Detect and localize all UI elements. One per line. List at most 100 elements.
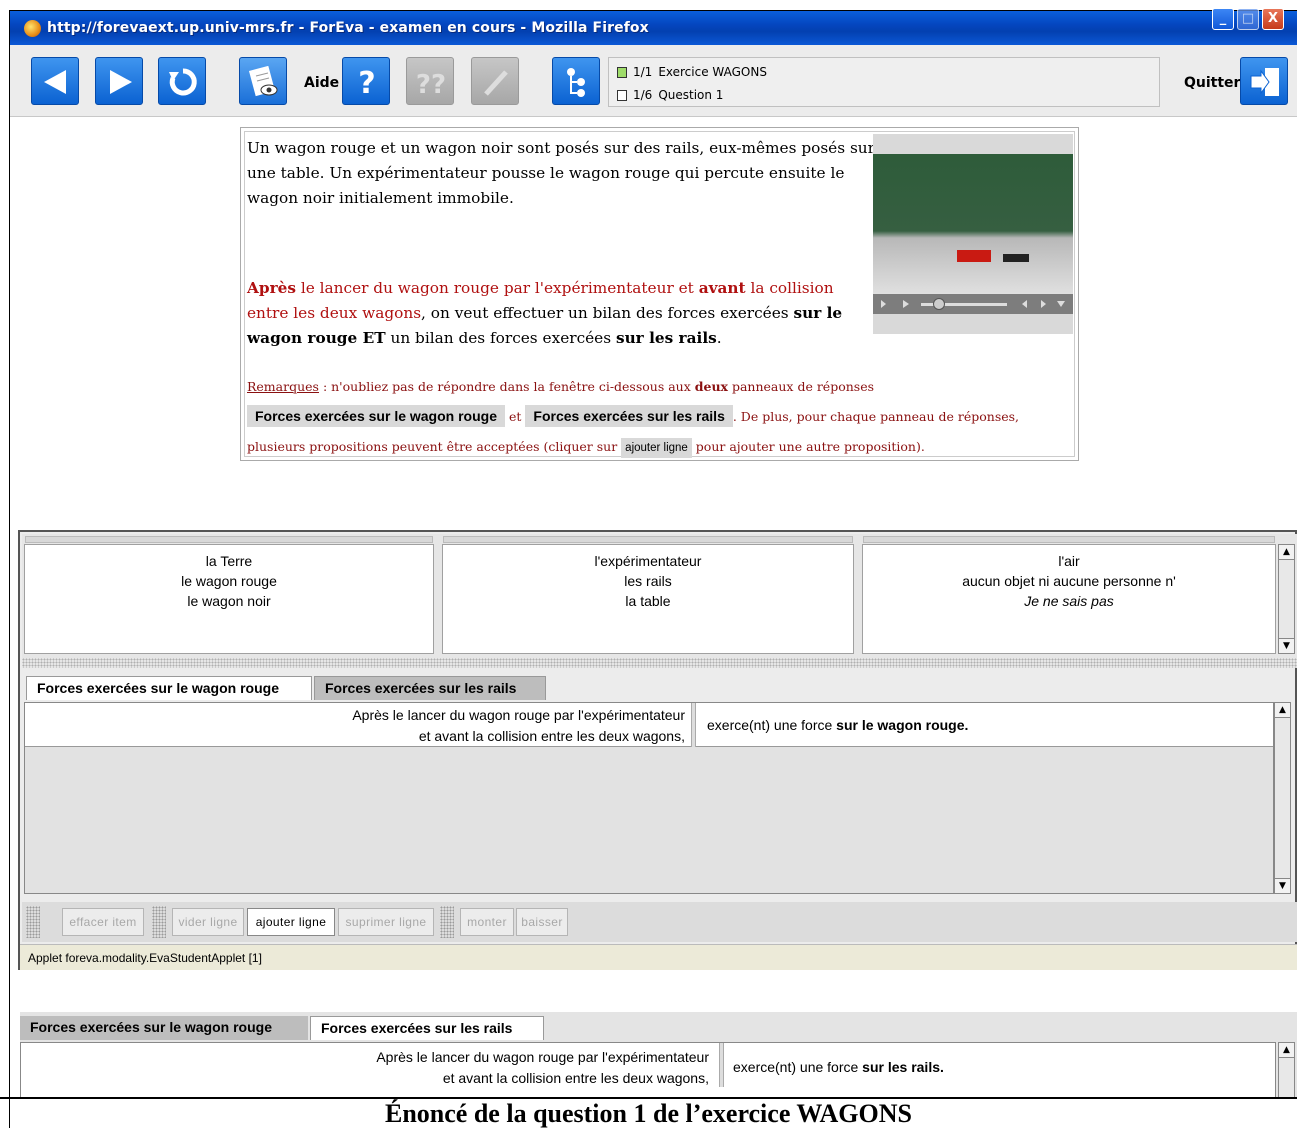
- status-bar: Applet foreva.modality.EvaStudentApplet …: [20, 944, 1297, 970]
- help-button[interactable]: ?: [342, 57, 390, 105]
- rails-answer-excerpt: Forces exercées sur le wagon rouge Force…: [20, 1012, 1297, 1098]
- monter-button[interactable]: monter: [460, 908, 514, 936]
- scroll-down-icon[interactable]: ▼: [1275, 878, 1290, 893]
- remarks-text-a: : n'oubliez pas de répondre dans la fenê…: [318, 379, 695, 394]
- quit-button[interactable]: [1240, 57, 1288, 105]
- svg-text:?: ?: [358, 66, 375, 98]
- scroll-down-icon[interactable]: ▼: [1279, 638, 1294, 653]
- answer-panel-bottom: Après le lancer du wagon rouge par l'exp…: [20, 1042, 1276, 1098]
- supprimer-ligne-button[interactable]: suprimer ligne: [338, 908, 434, 936]
- remarks-text-e: pour ajouter une autre proposition).: [691, 439, 925, 454]
- tree-button[interactable]: [552, 57, 600, 105]
- forward-button[interactable]: [95, 57, 143, 105]
- forward-arrow-icon: [110, 70, 132, 94]
- scroll-up-icon[interactable]: ▲: [1275, 703, 1290, 718]
- tab-forces-wagon[interactable]: Forces exercées sur le wagon rouge: [20, 1016, 308, 1040]
- answer-right-prefix: exerce(nt) une force: [733, 1059, 863, 1075]
- baisser-button[interactable]: baisser: [516, 908, 568, 936]
- exercise-icon: [617, 66, 627, 78]
- quit-label: Quitter: [1184, 75, 1241, 91]
- answer-left-line2: et avant la collision entre les deux wag…: [418, 728, 685, 744]
- vider-ligne-button[interactable]: vider ligne: [172, 908, 244, 936]
- refresh-icon: [169, 68, 197, 96]
- avant-word: avant: [698, 279, 746, 297]
- answer-drop-slot[interactable]: [691, 703, 696, 747]
- answer-scrollbar-bottom[interactable]: ▲: [1278, 1042, 1295, 1098]
- task-bold-rails: sur les rails: [615, 329, 717, 347]
- word-column-header: [863, 536, 1275, 543]
- action-bar: effacer item vider ligne ajouter ligne s…: [22, 902, 1297, 942]
- question-info-row: 1/6 Question 1: [617, 86, 723, 104]
- maximize-button[interactable]: □: [1237, 8, 1259, 30]
- edit-disabled-icon: [484, 70, 508, 96]
- answer-row[interactable]: Après le lancer du wagon rouge par l'exp…: [25, 703, 1273, 747]
- word-item[interactable]: la table: [443, 591, 853, 611]
- help-icon: ?: [358, 66, 375, 98]
- aide-label: Aide: [304, 75, 340, 91]
- tree-icon: [567, 68, 585, 97]
- answer-tabs-top: Forces exercées sur le wagon rouge Force…: [26, 676, 1286, 700]
- task-text-end: .: [716, 329, 722, 347]
- back-button[interactable]: [31, 57, 79, 105]
- ajouter-ligne-button[interactable]: ajouter ligne: [247, 908, 335, 936]
- answer-right-text: exerce(nt) une force sur les rails.: [733, 1059, 944, 1075]
- toolbar-grip: [26, 906, 40, 938]
- word-item[interactable]: Je ne sais pas: [863, 591, 1275, 611]
- word-column-2: l'expérimentateur les rails la table: [442, 536, 854, 654]
- remarks-deux: deux: [694, 379, 728, 394]
- figure-caption: Énoncé de la question 1 de l’exercice WA…: [385, 1099, 912, 1128]
- refresh-button[interactable]: [158, 57, 206, 105]
- word-bank: la Terre le wagon rouge le wagon noir l'…: [22, 534, 1297, 658]
- toolbar-grip: [440, 906, 454, 938]
- remarks-text-c: . De plus, pour chaque panneau de répons…: [732, 409, 1020, 424]
- answer-drop-slot[interactable]: [719, 1043, 724, 1087]
- word-column-header: [25, 536, 433, 543]
- back-arrow-icon: [44, 70, 66, 94]
- word-item[interactable]: les rails: [443, 571, 853, 591]
- exercise-info-panel: 1/1 Exercice WAGONS 1/6 Question 1: [608, 57, 1160, 107]
- word-item[interactable]: aucun objet ni aucune personne n': [863, 571, 1275, 591]
- video-player[interactable]: [873, 134, 1073, 334]
- video-seek-knob[interactable]: [933, 298, 945, 310]
- statement-remarks: Remarques : n'oubliez pas de répondre da…: [247, 372, 1073, 462]
- minimize-button[interactable]: _: [1212, 8, 1234, 30]
- help-disabled-button[interactable]: ??: [406, 57, 454, 105]
- word-bank-scrollbar[interactable]: ▲ ▼: [1278, 544, 1295, 654]
- splitter[interactable]: [22, 658, 1297, 668]
- toolbar-grip: [152, 906, 166, 938]
- statement-task: Après le lancer du wagon rouge par l'exp…: [247, 276, 867, 351]
- task-text-a: le lancer du wagon rouge par l'expérimen…: [295, 279, 699, 297]
- answer-right-bold: sur le wagon rouge.: [836, 717, 969, 733]
- answer-scrollbar-top[interactable]: ▲ ▼: [1274, 702, 1291, 894]
- video-step-icon[interactable]: [1019, 294, 1069, 314]
- close-button[interactable]: X: [1262, 8, 1284, 30]
- exit-door-icon: [1250, 68, 1279, 96]
- word-item[interactable]: le wagon noir: [25, 591, 433, 611]
- word-item[interactable]: l'air: [863, 551, 1275, 571]
- tab-forces-rails[interactable]: Forces exercées sur les rails: [314, 676, 546, 700]
- edit-disabled-button[interactable]: [471, 57, 519, 105]
- answer-tabs-bottom: Forces exercées sur le wagon rouge Force…: [20, 1016, 1280, 1040]
- tab-forces-wagon[interactable]: Forces exercées sur le wagon rouge: [26, 676, 312, 700]
- tab-forces-rails[interactable]: Forces exercées sur les rails: [310, 1016, 544, 1040]
- exercise-info-row: 1/1 Exercice WAGONS: [617, 63, 767, 81]
- statement-intro: Un wagon rouge et un wagon noir sont pos…: [247, 139, 875, 207]
- word-item[interactable]: la Terre: [25, 551, 433, 571]
- remarks-text-d: plusieurs propositions peuvent être acce…: [247, 439, 622, 454]
- effacer-item-button[interactable]: effacer item: [62, 908, 144, 936]
- document-view-button[interactable]: [239, 57, 287, 105]
- video-controls[interactable]: [873, 294, 1073, 314]
- toolbar: Aide ? ?? 1/1 Exercice WAGONS 1/6 Questi…: [10, 45, 1297, 117]
- exercise-counter: 1/1: [633, 65, 653, 79]
- answer-right-bold: sur les rails.: [862, 1059, 944, 1075]
- answer-row[interactable]: Après le lancer du wagon rouge par l'exp…: [21, 1043, 1275, 1087]
- answer-right-prefix: exerce(nt) une force: [707, 717, 837, 733]
- word-item[interactable]: le wagon rouge: [25, 571, 433, 591]
- word-item[interactable]: l'expérimentateur: [443, 551, 853, 571]
- scroll-up-icon[interactable]: ▲: [1279, 1043, 1294, 1058]
- play-icon[interactable]: [877, 294, 917, 314]
- word-column-3: l'air aucun objet ni aucune personne n' …: [862, 536, 1276, 654]
- scroll-up-icon[interactable]: ▲: [1279, 545, 1294, 560]
- window-title: http://forevaext.up.univ-mrs.fr - ForEva…: [47, 20, 649, 36]
- video-frame: [873, 154, 1073, 294]
